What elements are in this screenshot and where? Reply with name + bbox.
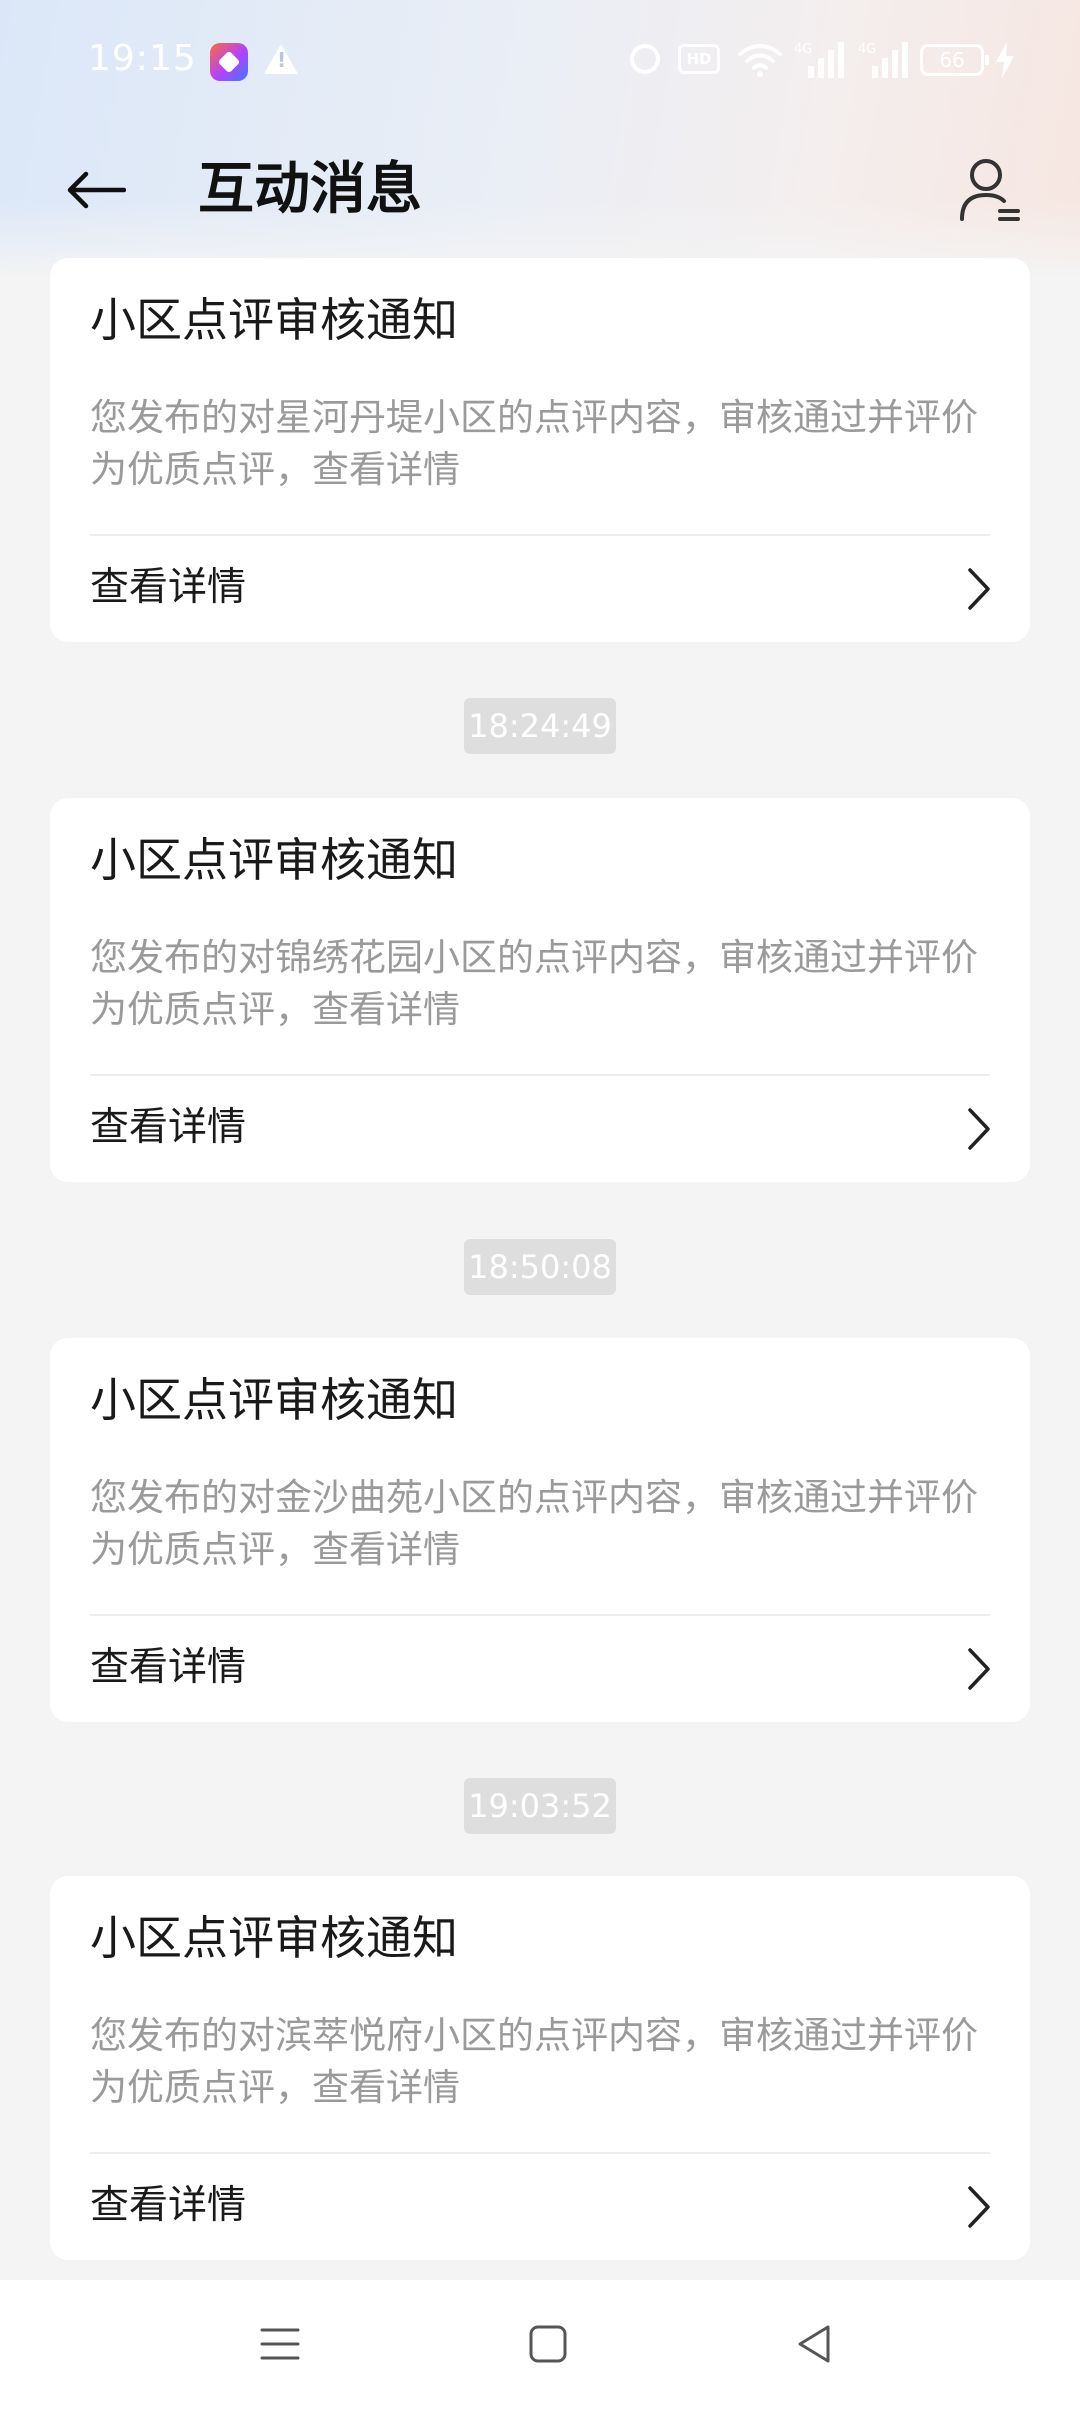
nav-home-button[interactable] (508, 2304, 588, 2384)
message-body: 您发布的对金沙曲苑小区的点评内容，审核通过并评价为优质点评，查看详情 (90, 1476, 978, 1571)
message-timestamp: 18:24:49 (464, 698, 616, 754)
chevron-right-icon (968, 568, 990, 610)
nav-menu-button[interactable] (240, 2304, 320, 2384)
signal-1-label: 4G (794, 42, 812, 57)
chevron-right-icon (968, 1108, 990, 1150)
message-title: 小区点评审核通知 (90, 833, 458, 887)
system-nav-bar (0, 2280, 1080, 2412)
message-card: 小区点评审核通知 您发布的对星河丹堤小区的点评内容，审核通过并评价为优质点评，查… (50, 258, 1030, 642)
view-details-link[interactable]: 查看详情 (50, 1076, 1030, 1182)
charging-bolt-icon (996, 42, 1014, 78)
view-details-link[interactable]: 查看详情 (50, 2154, 1030, 2260)
message-body: 您发布的对星河丹堤小区的点评内容，审核通过并评价为优质点评，查看详情 (90, 396, 978, 491)
alarm-icon (630, 44, 660, 74)
message-timestamp: 19:03:52 (464, 1778, 616, 1834)
nav-back-button[interactable] (774, 2304, 854, 2384)
message-title: 小区点评审核通知 (90, 1373, 458, 1427)
page-title: 互动消息 (198, 157, 422, 222)
back-arrow-icon (67, 171, 126, 209)
app-notification-icon (210, 43, 248, 81)
signal-icon-2: 4G (858, 42, 908, 78)
menu-icon (260, 2328, 300, 2360)
message-body: 您发布的对滨萃悦府小区的点评内容，审核通过并评价为优质点评，查看详情 (90, 2014, 978, 2109)
signal-2-label: 4G (858, 42, 876, 57)
chevron-right-icon (968, 1648, 990, 1690)
back-triangle-icon (798, 2325, 830, 2363)
status-time: 19:15 (88, 38, 197, 79)
message-card: 小区点评审核通知 您发布的对锦绣花园小区的点评内容，审核通过并评价为优质点评，查… (50, 798, 1030, 1182)
wifi-icon (738, 44, 782, 77)
signal-icon-1: 4G (794, 42, 844, 78)
warning-icon (264, 44, 298, 74)
status-bar: 19:15 HD 4G 4G 66 (0, 0, 1080, 124)
home-square-icon (529, 2325, 567, 2363)
message-timestamp: 18:50:08 (464, 1239, 616, 1295)
view-details-link[interactable]: 查看详情 (50, 1616, 1030, 1722)
message-title: 小区点评审核通知 (90, 293, 458, 347)
view-details-label: 查看详情 (90, 1105, 247, 1150)
header: 互动消息 (0, 130, 1080, 250)
message-card: 小区点评审核通知 您发布的对金沙曲苑小区的点评内容，审核通过并评价为优质点评，查… (50, 1338, 1030, 1722)
message-card: 小区点评审核通知 您发布的对滨萃悦府小区的点评内容，审核通过并评价为优质点评，查… (50, 1876, 1030, 2260)
view-details-label: 查看详情 (90, 565, 247, 610)
view-details-label: 查看详情 (90, 1645, 247, 1690)
back-button[interactable] (56, 150, 136, 230)
screen: 19:15 HD 4G 4G 66 (0, 0, 1080, 2412)
view-details-link[interactable]: 查看详情 (50, 536, 1030, 642)
message-body: 您发布的对锦绣花园小区的点评内容，审核通过并评价为优质点评，查看详情 (90, 936, 978, 1031)
chevron-right-icon (968, 2186, 990, 2228)
message-title: 小区点评审核通知 (90, 1911, 458, 1965)
user-settings-button[interactable] (950, 150, 1030, 230)
battery-icon: 66 (920, 44, 989, 76)
hd-icon: HD (678, 44, 720, 74)
view-details-label: 查看详情 (90, 2183, 247, 2228)
user-settings-icon (960, 159, 1020, 221)
